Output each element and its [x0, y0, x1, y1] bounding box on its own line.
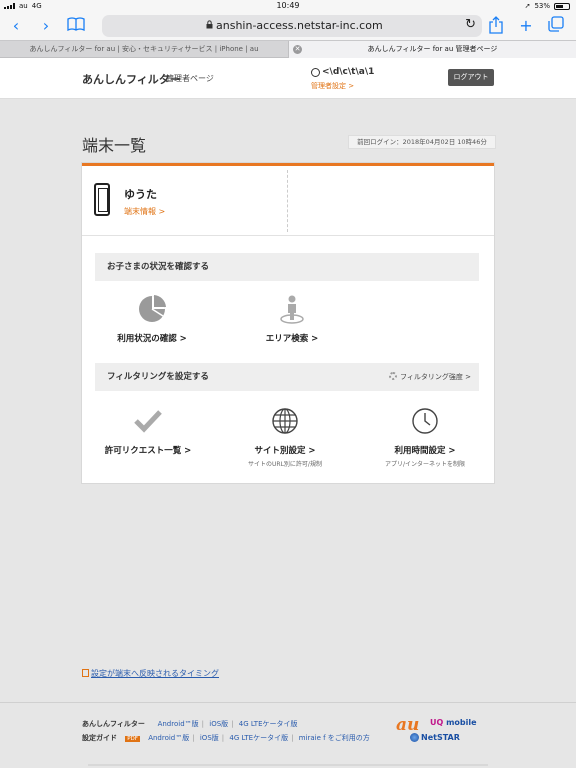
guide-link-miraie[interactable]: miraie f をご利用の方	[299, 734, 370, 742]
footer-guide-label: 設定ガイド	[82, 734, 117, 742]
new-tab-icon[interactable]: +	[516, 16, 536, 36]
time-settings-button[interactable]: 利用時間設定 > アプリ/インターネットを制限	[370, 406, 480, 468]
section-heading-status: お子さまの状況を確認する	[95, 253, 479, 281]
smartphone-icon	[94, 183, 110, 216]
browser-tab-strip: あんしんフィルター for au | 安心・セキュリティサービス | iPhon…	[0, 40, 576, 58]
document-icon	[82, 669, 89, 677]
close-tab-icon[interactable]: ✕	[293, 45, 302, 54]
au-logo: au	[396, 715, 420, 735]
guide-link-android[interactable]: Android™版	[148, 734, 189, 742]
guide-link-4g[interactable]: 4G LTEケータイ版	[229, 734, 288, 742]
battery-percent: 53%	[534, 2, 550, 10]
admin-settings-link[interactable]: 管理者設定 >	[311, 81, 354, 91]
footer-guide-row: 設定ガイド PDF Android™版 | iOS版 | 4G LTEケータイ版 | …	[82, 734, 370, 742]
scroll-indicator	[88, 764, 488, 766]
footer-link-ios[interactable]: iOS版	[209, 720, 228, 728]
clock: 10:49	[276, 1, 300, 10]
filter-strength-label: フィルタリング強度 >	[400, 373, 471, 381]
browser-tab-title: あんしんフィルター for au | 安心・セキュリティサービス | iPhon…	[29, 45, 259, 53]
page-title: 端末一覧	[82, 136, 147, 155]
last-login: 前回ログイン：2018年04月02日 10時46分	[348, 135, 496, 149]
usage-status-label: 利用状況の確認 >	[117, 334, 187, 344]
site-settings-button[interactable]: サイト別設定 > サイトのURL別に許可/規制	[230, 406, 340, 468]
person-location-icon	[277, 294, 307, 324]
netstar-globe-icon	[410, 733, 419, 742]
lock-icon	[206, 20, 213, 29]
divider	[287, 170, 288, 232]
site-settings-sub: サイトのURL別に許可/規制	[248, 461, 322, 468]
area-search-button[interactable]: エリア検索 >	[242, 294, 342, 344]
device-card: ゆうた 端末情報 > お子さまの状況を確認する 利用状況の確認 > エリア検索 …	[82, 163, 494, 483]
browser-tab-au[interactable]: あんしんフィルター for au | 安心・セキュリティサービス | iPhon…	[0, 41, 288, 58]
device-row: ゆうた 端末情報 >	[82, 166, 494, 236]
sync-timing-label: 設定が端末へ反映されるタイミング	[91, 669, 219, 678]
forward-icon[interactable]: ›	[36, 16, 56, 36]
bookmarks-icon[interactable]	[66, 16, 86, 36]
user-name: <\d\c\t\a\1	[322, 67, 375, 77]
time-settings-label: 利用時間設定 >	[394, 446, 456, 456]
globe-icon	[270, 406, 300, 436]
footer-link-android[interactable]: Android™版	[158, 720, 199, 728]
mobile-logo-text: mobile	[446, 718, 477, 727]
pdf-badge: PDF	[125, 736, 140, 742]
footer-link-4g[interactable]: 4G LTEケータイ版	[239, 720, 298, 728]
logout-button[interactable]: ログアウト	[448, 69, 494, 86]
reload-icon[interactable]: ↻	[465, 17, 476, 32]
site-settings-label: サイト別設定 >	[254, 446, 316, 456]
browser-toolbar: ‹ › anshin-access.netstar-inc.com ↻ +	[0, 12, 576, 40]
section-heading-filter-label: フィルタリングを設定する	[107, 372, 209, 382]
user-icon	[311, 68, 320, 77]
permit-request-label: 許可リクエスト一覧 >	[104, 446, 192, 456]
footer-app-label: あんしんフィルター	[82, 720, 145, 728]
sync-timing-link[interactable]: 設定が端末へ反映されるタイミング	[82, 668, 219, 679]
section-heading-filter: フィルタリングを設定する フィルタリング強度 >	[95, 363, 479, 391]
browser-tab-admin[interactable]: ✕ あんしんフィルター for au 管理者ページ	[288, 41, 576, 58]
pie-chart-icon	[137, 294, 167, 324]
back-icon[interactable]: ‹	[6, 16, 26, 36]
clock-icon	[410, 406, 440, 436]
area-search-label: エリア検索 >	[265, 334, 319, 344]
netstar-logo-text: NetSTAR	[421, 733, 460, 742]
battery-icon	[554, 2, 570, 10]
address-bar[interactable]: anshin-access.netstar-inc.com ↻	[102, 15, 482, 37]
usage-status-button[interactable]: 利用状況の確認 >	[102, 294, 202, 344]
status-bar: au 4G 10:49 ➚ 53%	[0, 0, 576, 12]
location-icon: ➚	[524, 2, 531, 10]
permit-request-button[interactable]: 許可リクエスト一覧 >	[98, 406, 198, 456]
guide-link-ios[interactable]: iOS版	[200, 734, 219, 742]
netstar-logo: NetSTAR	[410, 733, 460, 742]
device-info-link[interactable]: 端末情報 >	[124, 206, 165, 217]
uq-mobile-logo: UQ mobile	[430, 718, 477, 727]
share-icon[interactable]	[486, 16, 506, 36]
footer: あんしんフィルター Android™版 | iOS版 | 4G LTEケータイ版 設…	[0, 702, 576, 768]
uq-logo-text: UQ	[430, 718, 444, 727]
time-settings-sub: アプリ/インターネットを制限	[384, 461, 466, 468]
device-name: ゆうた	[124, 188, 157, 201]
checkmark-icon	[133, 406, 163, 436]
site-subtitle: 管理者ページ	[166, 74, 214, 83]
filter-strength-link[interactable]: フィルタリング強度 >	[389, 363, 471, 391]
site-header: あんしんフィルター 管理者ページ <\d\c\t\a\1 管理者設定 > ログア…	[0, 58, 576, 99]
url-text: anshin-access.netstar-inc.com	[216, 19, 383, 32]
tabs-overview-icon[interactable]	[546, 16, 566, 36]
gear-icon	[389, 372, 398, 380]
browser-tab-title: あんしんフィルター for au 管理者ページ	[367, 45, 498, 53]
footer-app-row: あんしんフィルター Android™版 | iOS版 | 4G LTEケータイ版	[82, 720, 298, 728]
